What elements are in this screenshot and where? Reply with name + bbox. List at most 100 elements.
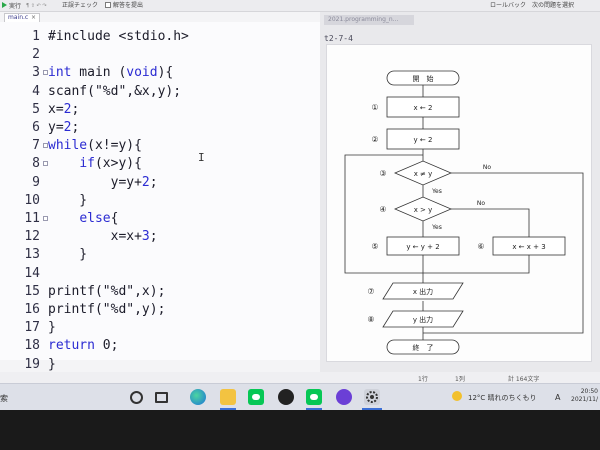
step-number: ⑧ — [367, 315, 374, 324]
ime-indicator[interactable]: A — [555, 393, 560, 402]
play-icon — [2, 2, 7, 8]
code-line[interactable]: y=2; — [48, 119, 79, 137]
next-problem-button[interactable]: 次の問題を選択 — [532, 2, 574, 10]
line-number: 13 — [24, 247, 40, 263]
status-bar: 1行 1列 計 164文字 — [0, 372, 600, 383]
status-line: 1行 — [418, 376, 428, 383]
line-number: 14 — [24, 265, 40, 281]
tab-close-icon[interactable]: × — [31, 14, 36, 22]
tab-label: main.c — [8, 14, 29, 21]
submit-button[interactable]: 解答を提出 — [105, 2, 143, 10]
flowchart-page: 開 始 x ← 2 ① y ← 2 ② y ← y + 2 ⑤ x ← x + 3 ⑥ x ≠ y… — [326, 44, 592, 362]
status-char-count: 計 164文字 — [508, 376, 540, 383]
fold-toggle-icon[interactable] — [43, 161, 48, 167]
process-label: y ← y + 2 — [406, 243, 439, 251]
flowchart: 開 始 x ← 2 ① y ← 2 ② y ← y + 2 ⑤ x ← x + 3 ⑥ x ≠ y… — [344, 70, 584, 355]
decision-label: x ≠ y — [414, 170, 433, 178]
task-view-icon[interactable] — [155, 392, 168, 403]
line-number: 8 — [32, 156, 40, 172]
code-line[interactable]: } — [48, 356, 56, 374]
problem-viewer: 2021.programming_n... t2-7-4 開 始 x ← 2 ①… — [320, 12, 600, 372]
flow-shapes: 開 始 x ← 2 ① y ← 2 ② y ← y + 2 ⑤ x ← x + 3 ⑥ x ≠ y… — [367, 70, 566, 355]
code-line[interactable]: } — [48, 192, 87, 210]
fold-toggle-icon[interactable] — [43, 216, 48, 221]
decision-label: x > y — [414, 206, 433, 214]
io-label: y 出力 — [413, 315, 433, 324]
check-button[interactable]: 正誤チェック — [62, 2, 98, 10]
line-number: 2 — [32, 47, 40, 63]
step-number: ③ — [379, 169, 386, 178]
yes-label: Yes — [431, 224, 442, 231]
step-number: ② — [371, 135, 378, 144]
fold-toggle-icon[interactable] — [43, 143, 48, 149]
code-line[interactable]: else{ — [48, 210, 118, 228]
code-line[interactable]: while(x!=y){ — [48, 137, 142, 155]
explorer-active-indicator — [220, 408, 236, 410]
submit-label: 解答を提出 — [113, 2, 144, 9]
fold-toggle-icon[interactable] — [43, 70, 48, 76]
no-label: No — [483, 164, 491, 171]
code-line[interactable]: } — [48, 319, 56, 337]
settings-gear-icon[interactable] — [364, 389, 380, 405]
line-number: 4 — [32, 83, 40, 99]
weather-text[interactable]: 12°C 晴れのちくもり — [468, 393, 537, 403]
line-number: 7 — [32, 138, 40, 154]
step-number: ⑤ — [371, 242, 378, 251]
code-line[interactable]: y=y+2; — [48, 174, 158, 192]
file-explorer-icon[interactable] — [220, 389, 236, 405]
clock-date: 2021/11/ — [571, 396, 598, 403]
tab-main-c[interactable]: main.c × — [4, 13, 40, 22]
line-active-indicator — [306, 408, 322, 410]
code-line[interactable]: #include <stdio.h> — [48, 28, 189, 46]
step-number: ⑦ — [367, 287, 374, 296]
line-number: 1 — [32, 29, 40, 44]
code-line[interactable]: int main (void){ — [48, 64, 173, 82]
process-label: x ← 2 — [414, 104, 433, 112]
clock[interactable]: 20:50 2021/11/ — [571, 388, 598, 404]
code-line[interactable]: if(x>y){ — [48, 155, 142, 173]
rollback-button[interactable]: ロールバック — [490, 2, 526, 10]
process-label: y ← 2 — [414, 136, 433, 144]
line-number: 6 — [32, 120, 40, 135]
end-label: 終 了 — [413, 343, 434, 352]
editor-app-icon[interactable] — [336, 389, 352, 405]
code-editor[interactable]: 1 #include <stdio.h> 2 3 int main (void){ 4 sc… — [0, 22, 320, 372]
line-number: 19 — [24, 356, 40, 372]
line-app-2-icon[interactable] — [306, 389, 322, 405]
run-button[interactable]: 実行 — [2, 2, 21, 10]
step-number: ⑥ — [477, 242, 484, 251]
line-number: 15 — [24, 283, 40, 299]
io-label: x 出力 — [413, 287, 433, 296]
checkbox-icon — [105, 2, 111, 8]
edge-browser-icon[interactable] — [190, 389, 206, 405]
code-line[interactable]: x=x+3; — [48, 228, 158, 246]
code-line[interactable]: } — [48, 246, 87, 264]
code-line[interactable]: printf("%d",x); — [48, 283, 165, 301]
line-number: 17 — [24, 320, 40, 336]
code-line[interactable]: printf("%d",y); — [48, 301, 165, 319]
clock-time: 20:50 — [580, 388, 598, 395]
line-number: 16 — [24, 302, 40, 317]
step-number: ① — [371, 103, 378, 112]
settings-active-indicator — [362, 408, 382, 410]
cortana-icon[interactable] — [130, 391, 143, 404]
line-number: 18 — [24, 338, 40, 354]
code-line[interactable]: x=2; — [48, 101, 79, 119]
line-number: 3 — [32, 65, 40, 81]
step-number: ④ — [379, 205, 386, 214]
no-label: No — [477, 200, 485, 207]
check-label: 正誤チェック — [62, 2, 99, 9]
media-app-icon[interactable] — [278, 389, 294, 405]
code-line[interactable]: scanf("%d",&x,y); — [48, 83, 181, 101]
toolbar: 実行 ¶ ⇧ ↶ ↷ 正誤チェック 解答を提出 ロールバック 次の問題を選択 — [0, 0, 600, 12]
viewer-title[interactable]: 2021.programming_n... — [324, 15, 414, 25]
process-label: x ← x + 3 — [512, 243, 545, 251]
line-number: 10 — [24, 192, 40, 208]
status-col: 1列 — [455, 376, 465, 383]
line-app-icon[interactable] — [248, 389, 264, 405]
search-box-label[interactable]: 索 — [0, 393, 8, 404]
start-label: 開 始 — [413, 74, 434, 83]
run-label: 実行 — [9, 3, 22, 10]
code-line[interactable]: return 0; — [48, 337, 118, 355]
line-number: 12 — [24, 229, 40, 245]
